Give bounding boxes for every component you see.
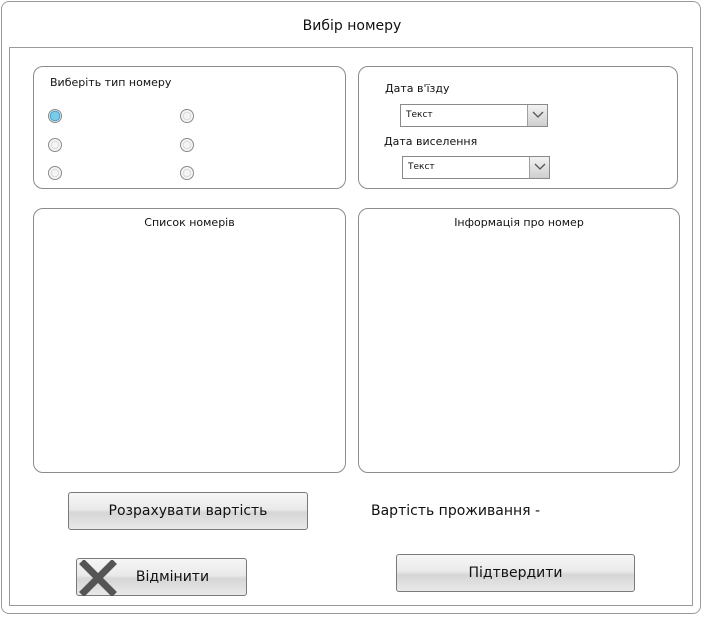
room-list-panel[interactable]: Список номерів <box>33 208 346 473</box>
room-type-radio-5[interactable] <box>48 166 62 180</box>
room-type-radio-3[interactable] <box>48 138 62 152</box>
room-info-panel: Інформація про номер <box>358 208 680 473</box>
window-title: Вибір номеру <box>302 18 402 34</box>
chevron-down-icon[interactable] <box>529 157 549 178</box>
calculate-cost-label: Розрахувати вартість <box>108 503 268 519</box>
room-type-label: Виберіть тип номеру <box>50 76 172 89</box>
checkin-value: Текст <box>406 110 433 120</box>
room-type-radio-2[interactable] <box>180 109 194 123</box>
confirm-button[interactable]: Підтвердити <box>396 554 635 592</box>
cancel-button[interactable]: Відмінити <box>76 558 247 596</box>
checkout-value: Текст <box>408 162 435 172</box>
checkin-dropdown[interactable]: Текст <box>400 104 548 127</box>
room-type-panel: Виберіть тип номеру <box>33 66 346 189</box>
checkout-dropdown[interactable]: Текст <box>402 156 550 179</box>
cancel-label: Відмінити <box>135 569 210 585</box>
room-type-radio-1[interactable] <box>48 109 62 123</box>
close-x-icon <box>79 560 117 596</box>
confirm-label: Підтвердити <box>468 565 563 581</box>
room-info-label: Інформація про номер <box>454 216 584 229</box>
checkout-label: Дата виселення <box>384 135 478 148</box>
dates-panel: Дата в'їзду Текст Дата виселення Текст <box>358 66 678 189</box>
room-type-radio-4[interactable] <box>180 138 194 152</box>
calculate-cost-button[interactable]: Розрахувати вартість <box>68 492 308 530</box>
room-type-radio-6[interactable] <box>180 166 194 180</box>
checkin-label: Дата в'їзду <box>385 82 450 95</box>
cost-label: Вартість проживання - <box>371 503 541 519</box>
chevron-down-icon[interactable] <box>527 105 547 126</box>
room-list-label: Список номерів <box>144 216 235 229</box>
